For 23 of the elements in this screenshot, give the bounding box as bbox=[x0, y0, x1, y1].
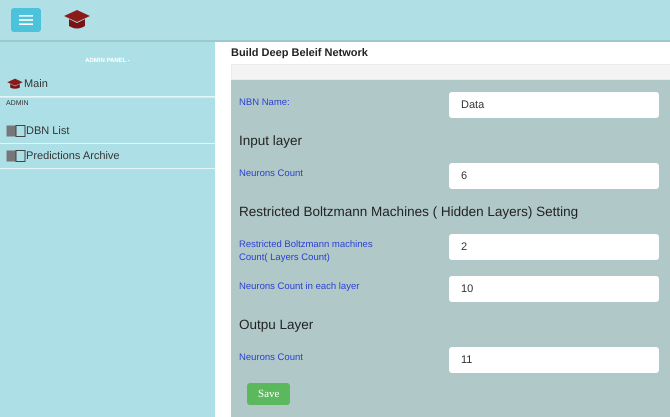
book-icon bbox=[6, 125, 26, 137]
field-label: Neurons Count in each layer bbox=[239, 280, 360, 293]
input-field[interactable]: 6 bbox=[449, 163, 659, 189]
input-field[interactable]: 2 bbox=[449, 234, 659, 260]
sidebar-link[interactable]: DBN List bbox=[0, 119, 215, 144]
graduation-cap-icon bbox=[6, 78, 24, 90]
input-field[interactable]: Data bbox=[449, 92, 659, 118]
sidebar-link[interactable]: Main bbox=[0, 72, 215, 97]
section-heading: Restricted Boltzmann Machines ( Hidden Layers) Setting bbox=[239, 204, 580, 219]
section-heading: Outpu Layer bbox=[239, 317, 314, 332]
field-label: NBN Name: bbox=[239, 96, 291, 109]
section-heading: Input layer bbox=[239, 133, 304, 148]
menu-icon bbox=[19, 15, 33, 25]
input-field[interactable]: 11 bbox=[449, 347, 659, 373]
sidebar-link[interactable]: Predictions Archive bbox=[0, 144, 215, 169]
menu-button[interactable] bbox=[11, 8, 41, 32]
input-field[interactable]: 10 bbox=[449, 276, 659, 302]
graduation-cap-icon bbox=[63, 9, 91, 31]
field-label: Neurons Count bbox=[239, 351, 304, 364]
page-title: Build Deep Beleif Network bbox=[230, 46, 369, 61]
book-icon bbox=[6, 150, 26, 162]
field-label: Restricted Boltzmann machines Count( Layers Count) bbox=[239, 238, 374, 264]
field-label: Neurons Count bbox=[239, 167, 304, 180]
